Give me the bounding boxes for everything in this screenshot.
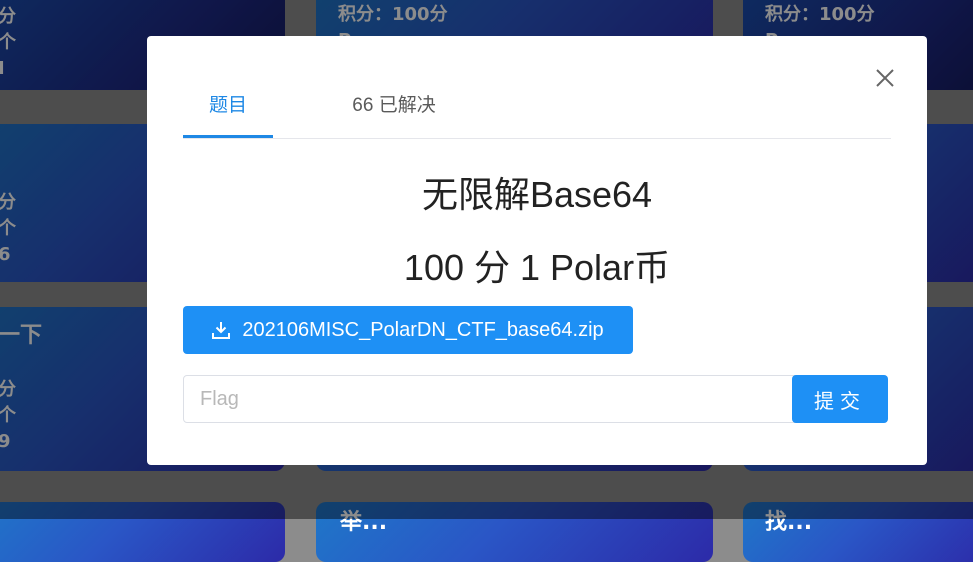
flag-input[interactable]	[183, 375, 800, 423]
download-attachment-button[interactable]: 202106MISC_PolarDN_CTF_base64.zip	[183, 306, 633, 354]
download-icon	[212, 322, 231, 339]
challenge-title: 无限解Base64	[421, 174, 653, 215]
download-filename: 202106MISC_PolarDN_CTF_base64.zip	[242, 318, 604, 341]
challenge-points: 100 分 1 Polar币	[403, 247, 671, 288]
tab-solved[interactable]: 66 已解决	[329, 78, 459, 136]
tab-challenge[interactable]: 题目	[183, 78, 273, 138]
challenge-modal: 题目 66 已解决 无限解Base64 100 分 1 Polar币 20210…	[147, 36, 927, 465]
submit-button[interactable]: 提交	[792, 375, 888, 423]
modal-tabs: 题目 66 已解决	[183, 78, 891, 139]
